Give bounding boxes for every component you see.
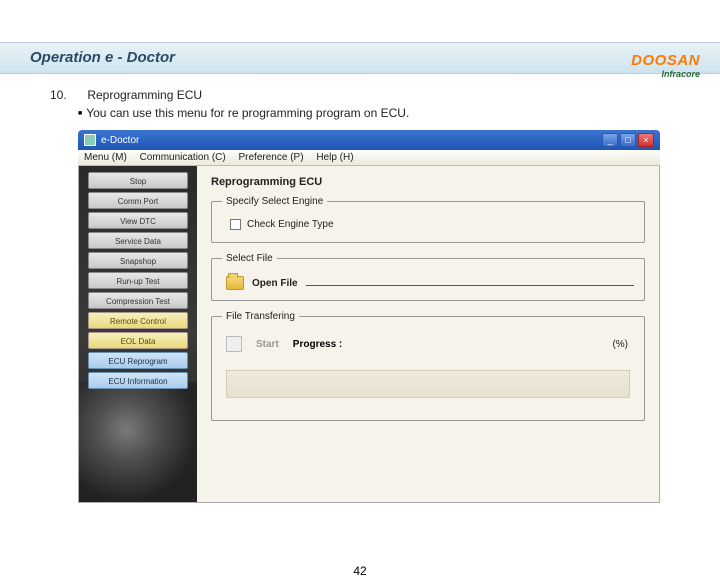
- legend-specify-engine: Specify Select Engine: [222, 196, 327, 207]
- section-title: Reprogramming ECU: [87, 88, 202, 102]
- window-titlebar: e-Doctor _ □ ×: [78, 130, 660, 150]
- check-engine-checkbox[interactable]: [230, 219, 241, 230]
- sidebar-btn-viewdtc[interactable]: View DTC: [88, 212, 188, 229]
- bullet-text: You can use this menu for re programming…: [86, 106, 409, 120]
- maximize-button[interactable]: □: [620, 133, 636, 147]
- file-path-line: [306, 285, 634, 286]
- sidebar: Stop Comm Port View DTC Service Data Sna…: [79, 166, 197, 502]
- slide-title-bar: Operation e - Doctor: [0, 42, 720, 74]
- slide-title: Operation e - Doctor: [30, 49, 175, 66]
- minimize-button[interactable]: _: [602, 133, 618, 147]
- bullet-line: ■ You can use this menu for re programmin…: [50, 106, 670, 120]
- check-engine-row: Check Engine Type: [230, 219, 634, 230]
- menu-preference[interactable]: Preference (P): [239, 152, 304, 163]
- start-icon[interactable]: [226, 336, 242, 352]
- menu-menu[interactable]: Menu (M): [84, 152, 127, 163]
- progress-bar: [226, 370, 630, 398]
- sidebar-btn-remote[interactable]: Remote Control: [88, 312, 188, 329]
- progress-label: Progress :: [293, 339, 342, 350]
- app-icon: [84, 134, 96, 146]
- folder-icon[interactable]: [226, 276, 244, 290]
- start-label[interactable]: Start: [256, 339, 279, 350]
- close-button[interactable]: ×: [638, 133, 654, 147]
- panel-title: Reprogramming ECU: [211, 176, 645, 188]
- legend-select-file: Select File: [222, 253, 277, 264]
- menu-communication[interactable]: Communication (C): [140, 152, 226, 163]
- sidebar-btn-ecuinfo[interactable]: ECU Information: [88, 372, 188, 389]
- section-heading: 10. Reprogramming ECU: [50, 88, 670, 102]
- bullet-icon: ■: [78, 110, 82, 117]
- logo-main: DOOSAN: [631, 52, 700, 69]
- legend-file-transfer: File Transfering: [222, 311, 299, 322]
- progress-percent: (%): [612, 339, 628, 350]
- page-number: 42: [0, 564, 720, 578]
- sidebar-btn-servicedata[interactable]: Service Data: [88, 232, 188, 249]
- logo-sub: Infracore: [631, 69, 700, 79]
- open-file-label[interactable]: Open File: [252, 278, 298, 289]
- section-number: 10.: [50, 88, 84, 102]
- menu-help[interactable]: Help (H): [316, 152, 353, 163]
- sidebar-btn-stop[interactable]: Stop: [88, 172, 188, 189]
- group-specify-engine: Specify Select Engine Check Engine Type: [211, 196, 645, 243]
- sidebar-engine-image: [79, 382, 197, 502]
- sidebar-btn-commport[interactable]: Comm Port: [88, 192, 188, 209]
- main-panel: Reprogramming ECU Specify Select Engine …: [197, 166, 659, 502]
- group-file-transfer: File Transfering Start Progress : (%): [211, 311, 645, 421]
- menubar: Menu (M) Communication (C) Preference (P…: [78, 150, 660, 166]
- sidebar-btn-ecureprogram[interactable]: ECU Reprogram: [88, 352, 188, 369]
- sidebar-btn-eol[interactable]: EOL Data: [88, 332, 188, 349]
- group-select-file: Select File Open File: [211, 253, 645, 301]
- app-window: e-Doctor _ □ × Menu (M) Communication (C…: [78, 130, 660, 503]
- sidebar-btn-runup[interactable]: Run-up Test: [88, 272, 188, 289]
- window-title: e-Doctor: [101, 135, 139, 146]
- check-engine-label: Check Engine Type: [247, 219, 334, 230]
- sidebar-btn-snapshop[interactable]: Snapshop: [88, 252, 188, 269]
- brand-logo: DOOSAN Infracore: [631, 52, 700, 79]
- sidebar-btn-compression[interactable]: Compression Test: [88, 292, 188, 309]
